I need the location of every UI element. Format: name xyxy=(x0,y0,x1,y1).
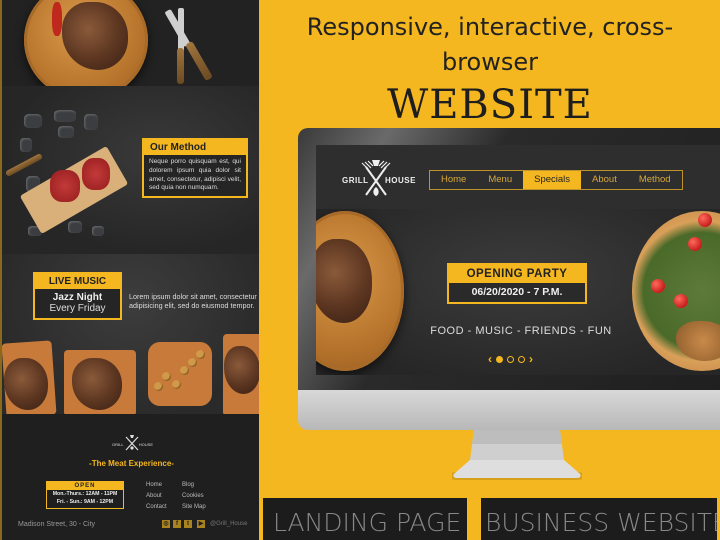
footer-link-about[interactable]: About xyxy=(146,493,162,499)
logo-word-grill: GRILL xyxy=(342,176,369,185)
footer-link-cookies[interactable]: Cookies xyxy=(182,493,204,499)
monitor-stand xyxy=(452,430,582,480)
site-navbar: GRILL HOUSE Home Menu Specials About Met… xyxy=(316,145,720,209)
pepper-image xyxy=(52,2,62,36)
method-text: Neque porro quisquam est, qui dolorem ip… xyxy=(149,158,241,192)
tomato-image xyxy=(674,294,688,308)
instagram-icon[interactable]: ◎ xyxy=(162,520,170,528)
youtube-icon[interactable]: ▶ xyxy=(197,520,205,528)
footer-link-home[interactable]: Home xyxy=(146,482,162,488)
footer-section: GRILL HOUSE -The Meat Experience- OPEN M… xyxy=(2,414,259,540)
headline-subtitle: Responsive, interactive, cross- browser xyxy=(260,10,720,80)
opening-hours-box: OPEN Mon.-Thurs.: 12AM - 11PM Fri. - Sun… xyxy=(46,481,124,509)
footer-address: Madison Street, 30 - City xyxy=(18,521,96,528)
monitor-chin xyxy=(298,390,720,430)
live-music-section: LIVE MUSIC Jazz Night Every Friday Lorem… xyxy=(2,254,259,414)
hours-weekend: Fri. - Sun.: 9AM - 12PM xyxy=(56,498,114,505)
method-title: Our Method xyxy=(144,140,246,155)
grill-house-logo[interactable]: GRILL HOUSE xyxy=(340,159,415,199)
landing-page-label: LANDING PAGE xyxy=(263,498,467,540)
footer-link-site-map[interactable]: Site Map xyxy=(182,504,206,510)
coal-image xyxy=(20,138,32,152)
live-music-description: Lorem ipsum dolor sit amet, consectetur … xyxy=(129,292,257,311)
footer-logo-left: GRILL xyxy=(112,442,124,447)
facebook-icon[interactable]: f xyxy=(173,520,181,528)
logo-word-house: HOUSE xyxy=(385,176,416,185)
fork-handle xyxy=(177,48,184,84)
coal-image xyxy=(68,221,82,233)
site-hero: OPENING PARTY 06/20/2020 - 7 P.M. FOOD -… xyxy=(316,209,720,375)
social-handle: @Grill_House xyxy=(210,521,248,527)
footer-tagline: -The Meat Experience- xyxy=(89,459,174,468)
headline-main: WEBSITE xyxy=(387,82,593,128)
mushroom-image xyxy=(172,380,181,389)
menu-item-menu[interactable]: Menu xyxy=(477,171,523,189)
opening-party-title: OPENING PARTY xyxy=(449,265,585,283)
method-info-box: Our Method Neque porro quisquam est, qui… xyxy=(142,138,248,199)
landing-page-preview: Our Method Neque porro quisquam est, qui… xyxy=(0,0,259,540)
menu-item-specials[interactable]: Specials xyxy=(523,171,582,189)
mushroom-image xyxy=(162,372,171,381)
footer-link-blog[interactable]: Blog xyxy=(182,482,194,488)
website-preview-screen: GRILL HOUSE Home Menu Specials About Met… xyxy=(316,145,720,375)
headline-line-1: Responsive, interactive, cross- xyxy=(306,13,674,41)
tomato-image xyxy=(688,237,702,251)
coal-image xyxy=(24,114,42,128)
desktop-monitor: GRILL HOUSE Home Menu Specials About Met… xyxy=(298,128,720,430)
coal-image xyxy=(54,110,76,122)
mushroom-image xyxy=(188,358,197,367)
carousel-dot-1[interactable] xyxy=(496,355,503,363)
footer-link-contact[interactable]: Contact xyxy=(146,504,167,510)
meat-fork-icon xyxy=(4,152,44,178)
method-section: Our Method Neque porro quisquam est, qui… xyxy=(2,86,259,254)
menu-item-method[interactable]: Method xyxy=(628,171,682,189)
jazz-night-label: Jazz Night xyxy=(52,292,103,303)
carousel-next-arrow-icon[interactable]: › xyxy=(529,352,533,366)
coal-image xyxy=(92,226,104,236)
menu-item-about[interactable]: About xyxy=(581,171,628,189)
menu-item-home[interactable]: Home xyxy=(430,171,477,189)
footer-logo-right: HOUSE xyxy=(138,442,153,447)
knife-handle xyxy=(185,40,213,82)
hero-food-section xyxy=(2,0,259,86)
mushroom-image xyxy=(180,366,189,375)
opening-party-date: 06/20/2020 - 7 P.M. xyxy=(471,286,563,298)
hero-tagline: FOOD - MUSIC - FRIENDS - FUN xyxy=(430,325,612,337)
tomato-image xyxy=(651,279,665,293)
site-menu: Home Menu Specials About Method xyxy=(429,170,683,190)
carousel-controls: ‹ › xyxy=(488,352,533,366)
hours-weekday: Mon.-Thurs.: 12AM - 11PM xyxy=(52,491,118,497)
carousel-prev-arrow-icon[interactable]: ‹ xyxy=(488,352,492,366)
every-friday-label: Every Friday xyxy=(49,303,106,314)
fork-icon xyxy=(178,8,184,52)
grill-house-footer-logo: GRILL HOUSE xyxy=(112,434,153,456)
mushroom-image xyxy=(154,382,163,391)
opening-party-box: OPENING PARTY 06/20/2020 - 7 P.M. xyxy=(447,263,587,304)
carousel-dot-2[interactable] xyxy=(507,355,514,363)
live-music-box: LIVE MUSIC Jazz Night Every Friday xyxy=(33,272,122,320)
coal-image xyxy=(84,114,98,130)
steak-image xyxy=(4,358,48,410)
steak-image xyxy=(224,346,259,394)
twitter-icon[interactable]: t xyxy=(184,520,192,528)
live-music-title: LIVE MUSIC xyxy=(35,274,120,289)
raw-meat-image xyxy=(82,158,110,190)
headline-line-2: browser xyxy=(441,47,539,76)
tomato-image xyxy=(698,213,712,227)
mushroom-image xyxy=(196,350,205,359)
coal-image xyxy=(58,126,74,138)
open-title: OPEN xyxy=(47,482,123,490)
steak-image xyxy=(316,239,372,323)
carousel-dot-3[interactable] xyxy=(518,355,525,363)
business-website-label: BUSINESS WEBSITE xyxy=(481,498,717,540)
raw-meat-image xyxy=(50,170,80,202)
